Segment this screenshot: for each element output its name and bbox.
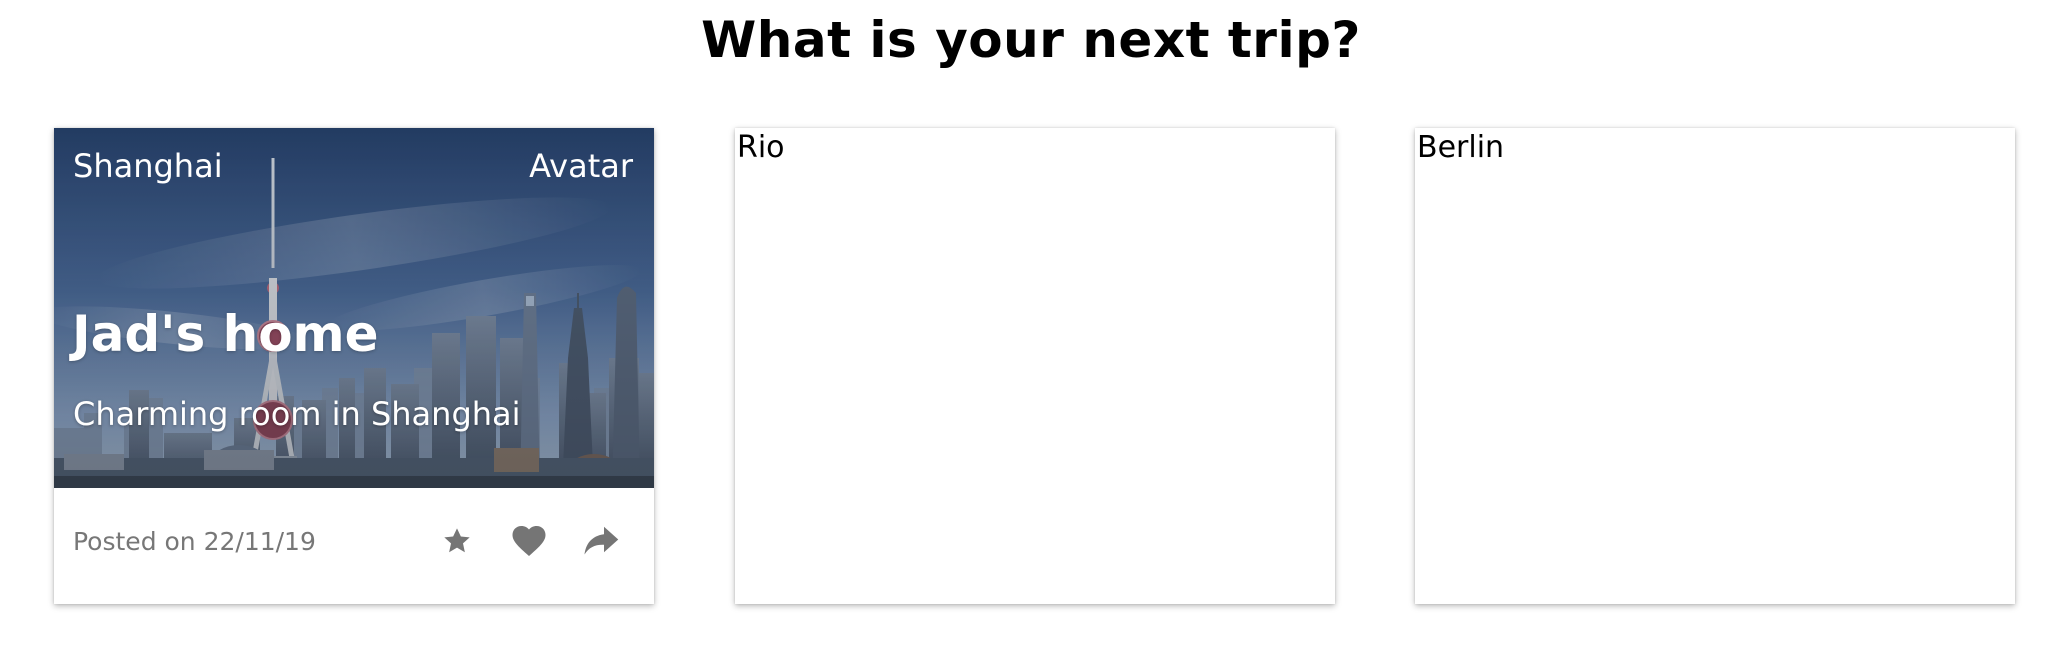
card-footer: Posted on 22/11/19	[54, 488, 654, 604]
trip-card-berlin[interactable]: Berlin	[1415, 128, 2015, 604]
like-button[interactable]	[506, 518, 552, 564]
card-label: Berlin	[1417, 130, 1505, 165]
trip-card-shanghai[interactable]: Shanghai Avatar Jad's home Charming room…	[54, 128, 654, 604]
card-subtitle: Charming room in Shanghai	[73, 395, 521, 433]
favorite-button[interactable]	[434, 518, 480, 564]
card-title: Jad's home	[72, 305, 379, 363]
avatar[interactable]: Avatar	[529, 146, 633, 186]
trip-card-rio[interactable]: Rio	[735, 128, 1335, 604]
card-city: Shanghai	[73, 147, 223, 185]
star-icon	[444, 528, 470, 553]
share-button[interactable]	[578, 518, 624, 564]
page-title: What is your next trip?	[701, 11, 1361, 69]
card-hero-image: Shanghai Avatar Jad's home Charming room…	[54, 128, 654, 488]
heart-icon	[512, 526, 546, 556]
posted-date: Posted on 22/11/19	[73, 527, 316, 556]
card-label: Rio	[737, 130, 785, 165]
share-icon	[584, 526, 619, 555]
card-actions	[434, 518, 624, 564]
